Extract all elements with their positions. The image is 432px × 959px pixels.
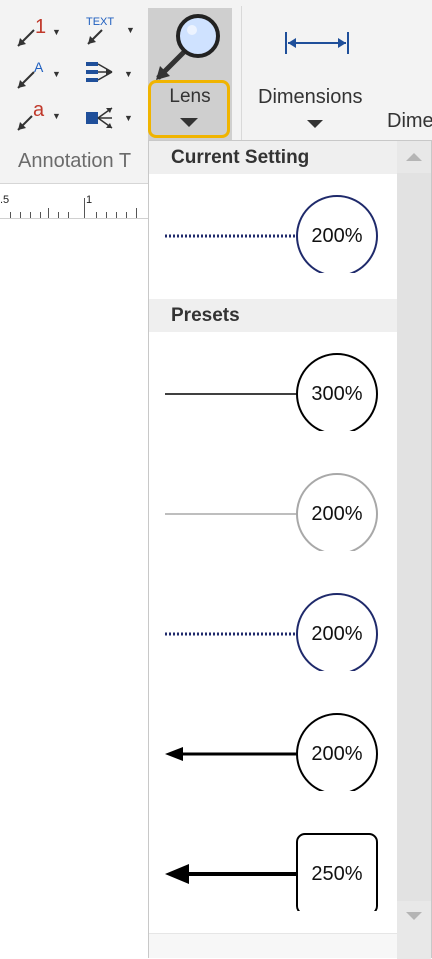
letter-a2-tool-label: a (33, 99, 45, 121)
ruler-label-half: .5 (0, 194, 10, 206)
gallery-footer (149, 933, 398, 958)
letter-a-tool-label: A (34, 59, 44, 75)
preset-item[interactable]: 200% (149, 579, 398, 671)
chevron-down-icon[interactable]: ▼ (52, 69, 61, 79)
ruler-tick (96, 212, 97, 218)
preset-item[interactable]: 250% (149, 819, 398, 911)
ruler-tick (10, 212, 11, 218)
presets-header: Presets (149, 299, 398, 332)
ruler-tick (136, 208, 137, 218)
gallery-scrollbar[interactable] (397, 141, 431, 959)
chevron-down-icon[interactable]: ▼ (52, 111, 61, 121)
ruler-tick (126, 212, 127, 218)
preset-item[interactable]: 200% (149, 699, 398, 791)
branch-arrow-icon (86, 107, 113, 129)
chevron-down-icon[interactable] (180, 118, 198, 127)
branch-arrow-button[interactable]: ▼ (84, 102, 133, 134)
text-annotation-button[interactable]: TEXT ▼ (82, 12, 135, 48)
text-arrow-icon: TEXT (86, 16, 114, 45)
dimensions-label[interactable]: Dimensions (258, 86, 362, 109)
preset-value: 250% (311, 863, 363, 885)
preset-value: 200% (311, 623, 363, 645)
ruler-tick (40, 212, 41, 218)
align-arrow-button[interactable]: ▼ (84, 58, 133, 90)
lowercase-annotation-button[interactable]: a ▼ (14, 98, 61, 134)
magnifier-icon (156, 14, 220, 80)
current-setting-header: Current Setting (149, 141, 398, 174)
ruler-tick (58, 212, 59, 218)
ruler-tick (30, 212, 31, 218)
preset-item[interactable]: 300% (149, 339, 398, 431)
number-annotation-button[interactable]: 1 ▼ (14, 14, 61, 50)
text-tool-label: TEXT (86, 16, 114, 28)
ruler-tick (68, 212, 69, 218)
number-arrow-icon: 1 (17, 16, 46, 47)
chevron-down-icon[interactable]: ▼ (124, 69, 133, 79)
chevron-down-icon[interactable]: ▼ (124, 113, 133, 123)
ruler-tick (20, 212, 21, 218)
ruler-tick (116, 212, 117, 218)
preset-item[interactable]: 200% (149, 459, 398, 551)
lens-label: Lens (169, 86, 211, 107)
current-setting-value: 200% (311, 225, 363, 247)
lowercase-arrow-icon: a (17, 99, 45, 131)
letter-arrow-icon: A (17, 59, 44, 89)
chevron-down-icon[interactable]: ▼ (126, 25, 135, 35)
preset-value: 200% (311, 743, 363, 765)
chevron-down-icon[interactable]: ▼ (52, 27, 61, 37)
ruler-tick (106, 212, 107, 218)
dimensions-partial-label[interactable]: Dime (387, 110, 432, 133)
preset-value: 300% (311, 383, 363, 405)
ruler-label-one: 1 (86, 194, 93, 206)
ruler-tick (48, 208, 49, 218)
lens-dropdown-gallery: Current Setting 200% Presets 300% 200% 2… (148, 140, 432, 959)
scroll-up-icon[interactable] (406, 153, 422, 161)
current-setting-item[interactable]: 200% (149, 181, 398, 273)
ruler: .5 1 (0, 184, 150, 219)
preset-value: 200% (311, 503, 363, 525)
ruler-tick (84, 198, 85, 218)
scroll-thumb[interactable] (397, 173, 431, 901)
letter-annotation-button[interactable]: A ▼ (14, 56, 61, 92)
dimension-icon[interactable] (282, 28, 352, 58)
list-arrow-icon (86, 62, 113, 82)
scroll-down-icon[interactable] (406, 912, 422, 920)
number-tool-label: 1 (35, 16, 46, 38)
annotation-group-label: Annotation T (18, 150, 132, 172)
chevron-down-icon[interactable] (307, 120, 323, 128)
